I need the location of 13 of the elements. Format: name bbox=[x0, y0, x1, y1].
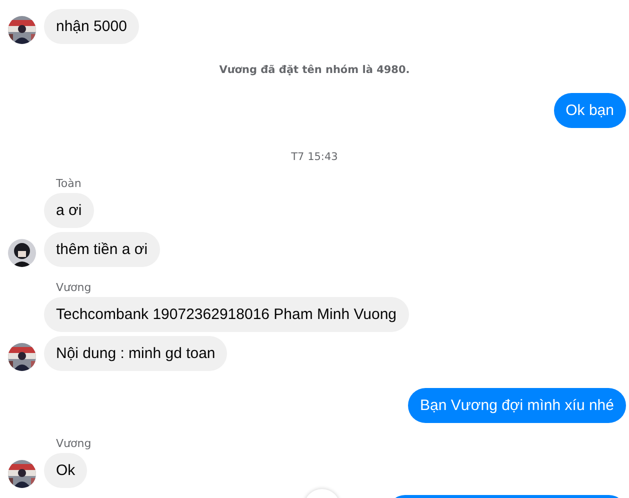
message-bubble: Nội dung : minh gd toan bbox=[44, 336, 228, 371]
timestamp: T7 15:43 bbox=[291, 151, 338, 163]
sender-name: Vương bbox=[56, 437, 92, 450]
sender-name: Vương bbox=[56, 281, 92, 294]
message-bubble: a ơi bbox=[44, 193, 94, 228]
message-bubble: thêm tiền a ơi bbox=[44, 232, 160, 267]
message-bubble: Ok bạn bbox=[554, 93, 626, 128]
system-notice: Vương đã đặt tên nhóm là 4980. bbox=[219, 64, 410, 76]
message-bubble: Techcombank 19072362918016 Pham Minh Vuong bbox=[44, 297, 409, 332]
message-bubble: Ok bbox=[44, 453, 88, 488]
message-bubble: Bạn Vương đợi mình xíu nhé bbox=[408, 388, 626, 423]
sender-name: Toàn bbox=[56, 177, 82, 190]
message-bubble: nhận 5000 bbox=[44, 9, 139, 44]
